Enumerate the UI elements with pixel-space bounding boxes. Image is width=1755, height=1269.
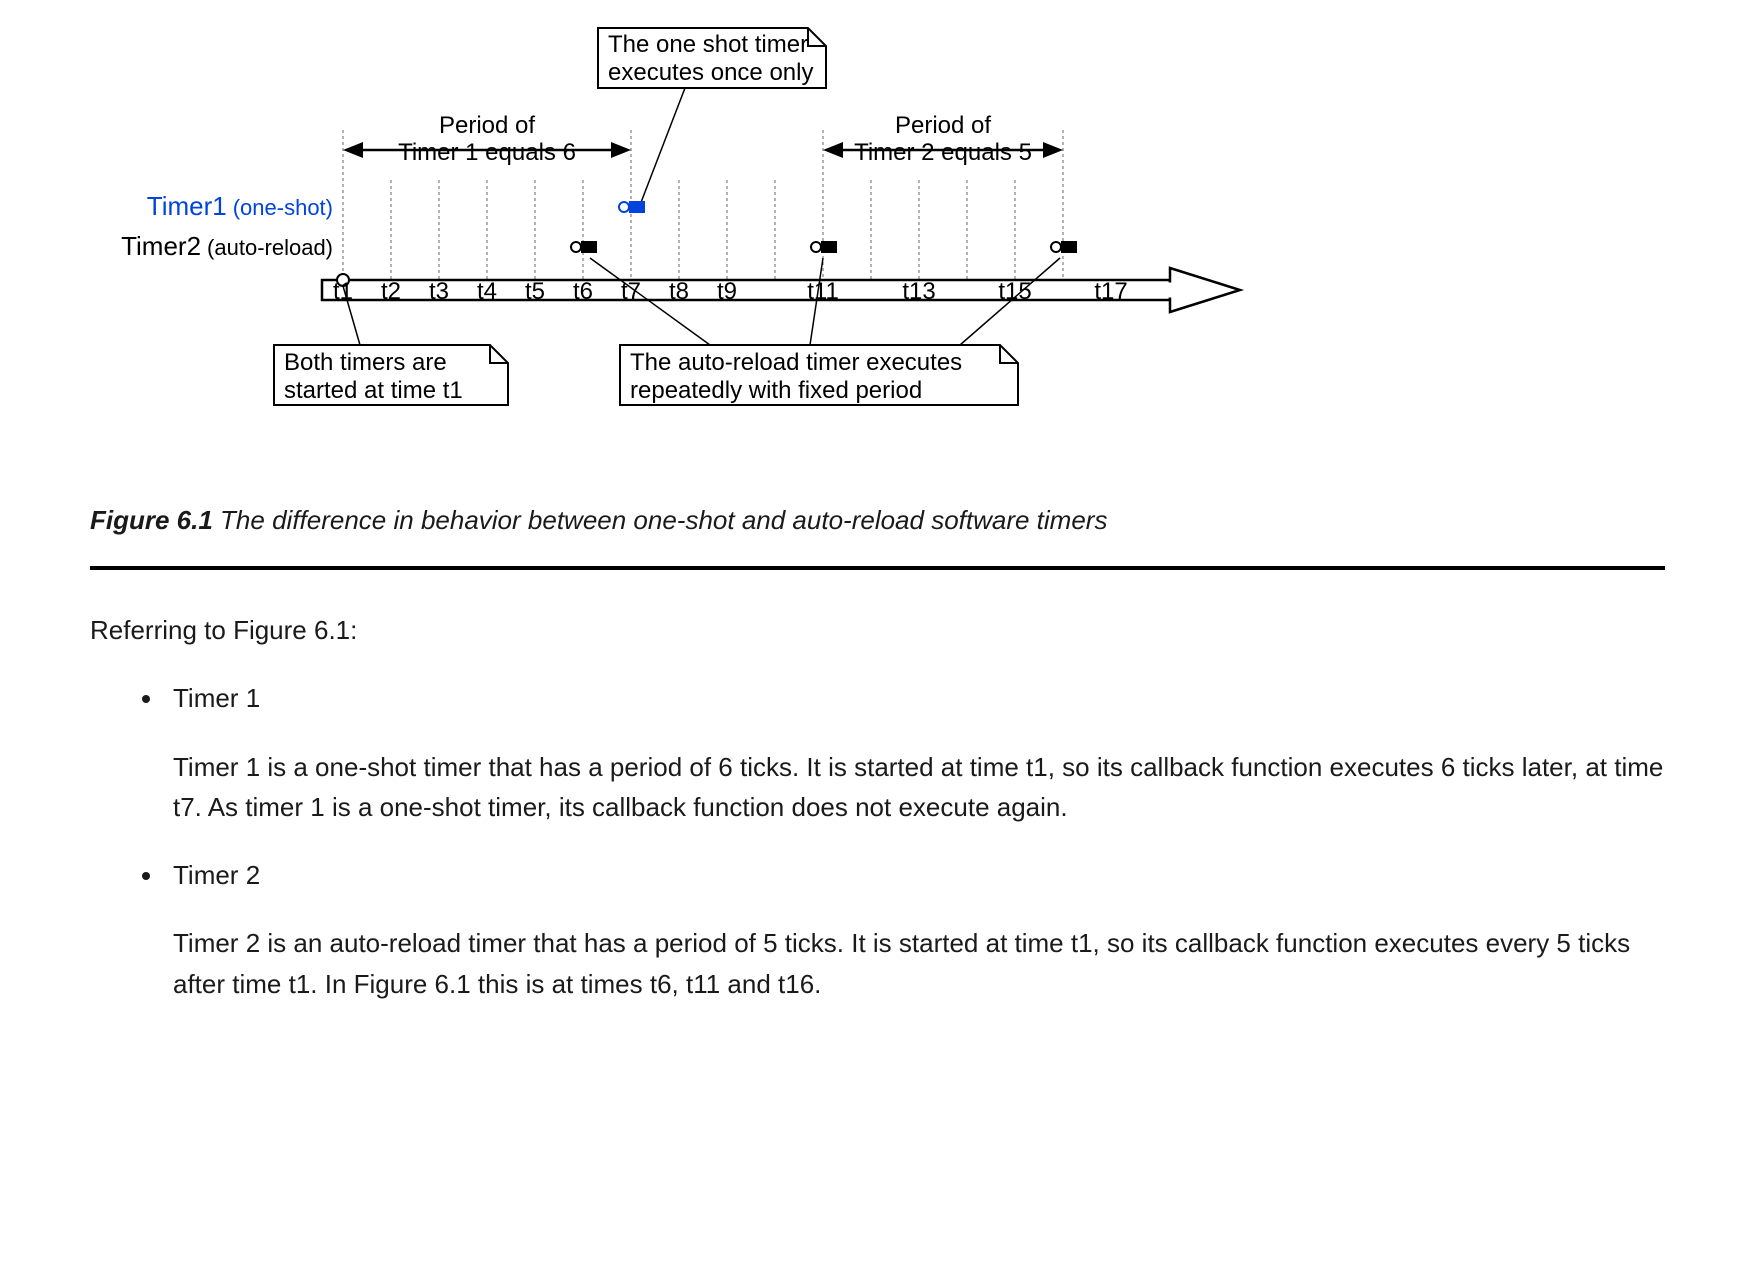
timer2-body: Timer 2 is an auto-reload timer that has… (173, 923, 1665, 1004)
tick-t11: t11 (807, 278, 839, 305)
note-start-l1: Both timers are (284, 349, 447, 376)
list-item-timer1: Timer 1 Timer 1 is a one-shot timer that… (165, 678, 1665, 827)
period-1-label-l1: Period of (439, 112, 535, 139)
figure-caption-number: Figure 6.1 (90, 505, 213, 535)
tick-t5: t5 (525, 278, 545, 305)
timer1-callback-marker (619, 201, 645, 213)
note-auto-l2: repeatedly with fixed period (630, 377, 922, 404)
tick-t1: t1 (333, 278, 353, 305)
tick-t13: t13 (902, 278, 935, 305)
note-one-shot-l1: The one shot timer (608, 31, 808, 58)
timer1-row-label: Timer1(one-shot) (147, 191, 333, 221)
figure-caption-text: The difference in behavior between one-s… (213, 505, 1108, 535)
timer1-body: Timer 1 is a one-shot timer that has a p… (173, 747, 1665, 828)
intro-text: Referring to Figure 6.1: (90, 610, 1665, 650)
timer2-callback-t6 (571, 241, 597, 253)
timer1-title: Timer 1 (173, 678, 1665, 718)
period-2-label-l1: Period of (895, 112, 991, 139)
note-one-shot: The one shot timer executes once only (598, 28, 826, 205)
period-1-arrow: Period of Timer 1 equals 6 (343, 112, 631, 166)
timer2-callback-t11 (811, 241, 837, 253)
figure-6-1-diagram: Period of Timer 1 equals 6 Period of Tim… (90, 10, 1665, 430)
timer2-callback-t16 (1051, 241, 1077, 253)
note-start-l2: started at time t1 (284, 377, 463, 404)
timer2-title: Timer 2 (173, 855, 1665, 895)
tick-t2: t2 (381, 278, 401, 305)
tick-t8: t8 (669, 278, 689, 305)
period-2-label-l2: Timer 2 equals 5 (854, 139, 1032, 166)
tick-t17: t17 (1094, 278, 1127, 305)
tick-t3: t3 (429, 278, 449, 305)
figure-caption: Figure 6.1 The difference in behavior be… (90, 505, 1665, 536)
timer-description-list: Timer 1 Timer 1 is a one-shot timer that… (90, 678, 1665, 1004)
note-one-shot-l2: executes once only (608, 59, 813, 86)
note-auto-l1: The auto-reload timer executes (630, 349, 962, 376)
period-1-label-l2: Timer 1 equals 6 (398, 139, 576, 166)
tick-t6: t6 (573, 278, 593, 305)
horizontal-rule (90, 566, 1665, 570)
tick-t4: t4 (477, 278, 497, 305)
tick-t9: t9 (717, 278, 737, 305)
list-item-timer2: Timer 2 Timer 2 is an auto-reload timer … (165, 855, 1665, 1004)
timer2-row-label: Timer2(auto-reload) (121, 231, 333, 261)
tick-t15: t15 (998, 278, 1031, 305)
period-2-arrow: Period of Timer 2 equals 5 (823, 112, 1063, 166)
timer-diagram-svg: Period of Timer 1 equals 6 Period of Tim… (90, 10, 1665, 430)
